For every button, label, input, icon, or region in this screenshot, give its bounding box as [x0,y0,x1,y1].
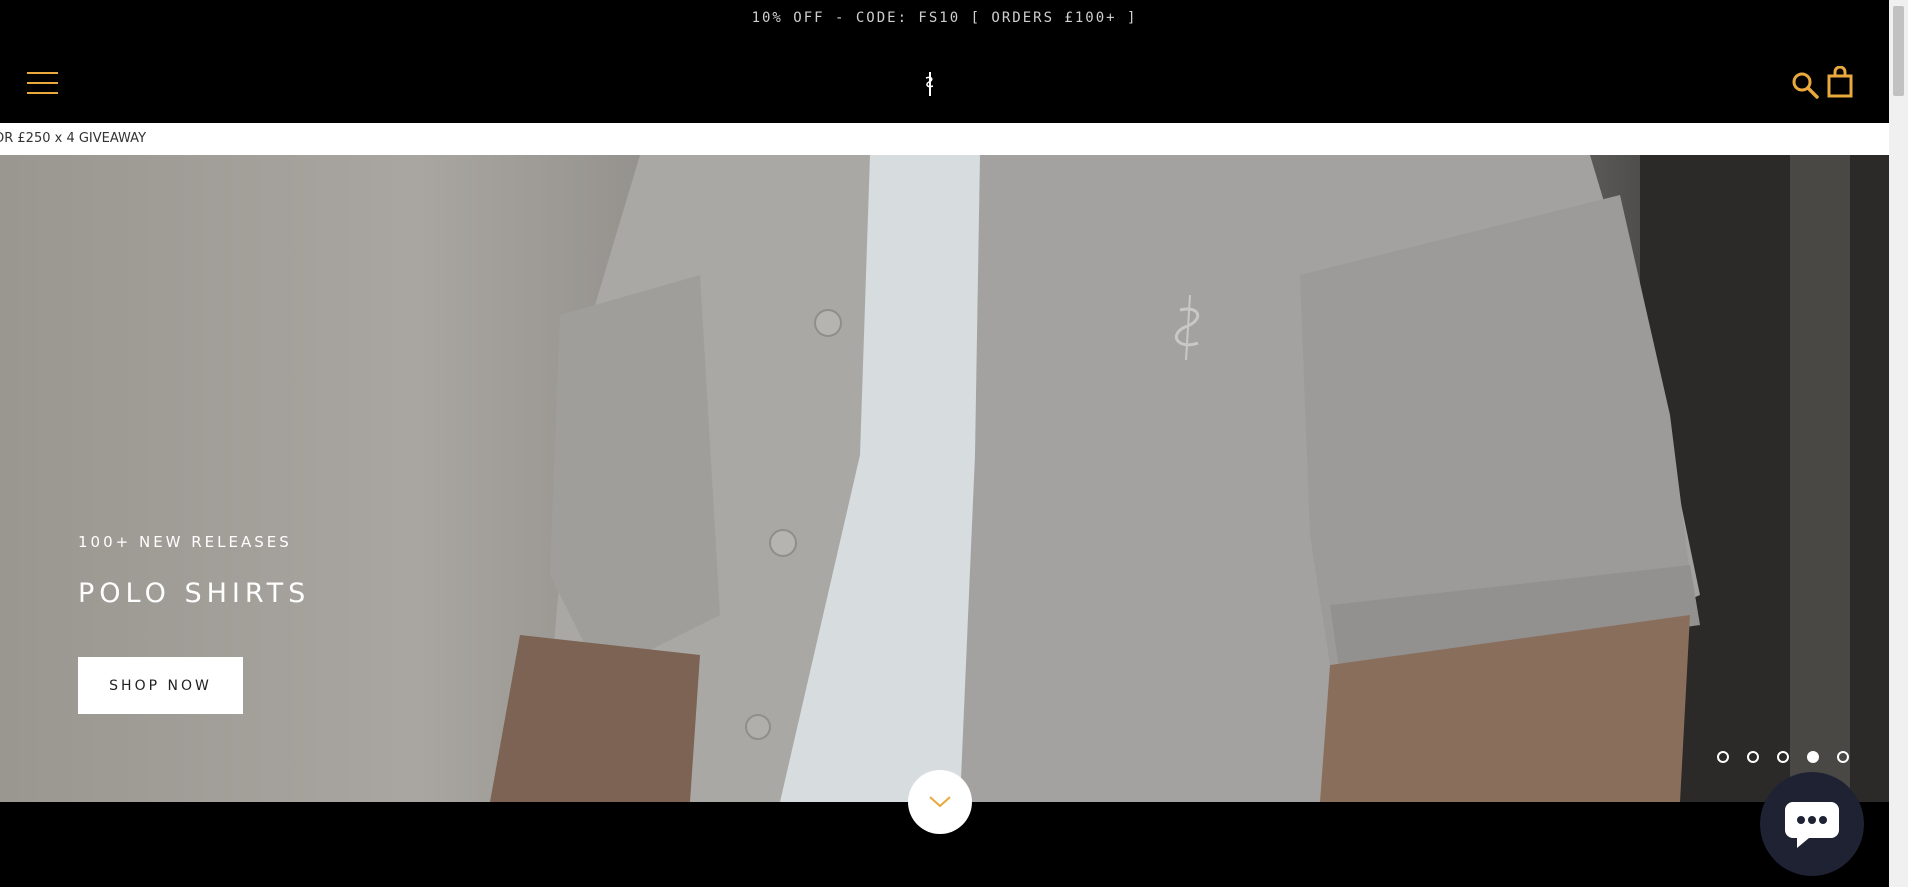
site-header [0,36,1889,123]
announcement-text: 10% OFF - CODE: FS10 [ ORDERS £100+ ] [751,10,1138,26]
shop-now-label: SHOP NOW [109,677,212,694]
slide-dot-3[interactable] [1777,751,1789,763]
hamburger-menu-icon[interactable] [27,72,58,94]
page: 10% OFF - CODE: FS10 [ ORDERS £100+ ] OR… [0,0,1889,887]
chat-bubble-icon [1785,802,1839,848]
announcement-bar: 10% OFF - CODE: FS10 [ ORDERS £100+ ] [0,0,1889,36]
chevron-down-icon [929,796,951,808]
hero-slideshow: 100+ NEW RELEASES POLO SHIRTS SHOP NOW [0,155,1889,802]
shopping-bag-icon[interactable] [1826,66,1854,98]
page-scrollbar[interactable] [1889,0,1908,887]
slide-dot-5[interactable] [1837,751,1849,763]
slide-dot-4[interactable] [1807,751,1819,763]
slide-dot-1[interactable] [1717,751,1729,763]
hero-image [490,155,1889,802]
scrollbar-thumb[interactable] [1893,6,1904,96]
hero-title: POLO SHIRTS [78,578,311,609]
search-icon[interactable] [1790,70,1820,100]
scroll-down-button[interactable] [908,770,972,834]
slide-pagination [1717,751,1849,763]
hero-subtitle: 100+ NEW RELEASES [78,533,292,551]
chat-launcher-button[interactable] [1760,772,1864,876]
slide-dot-2[interactable] [1747,751,1759,763]
promo-marquee: OR £250 x 4 GIVEAWAY [0,123,1889,155]
marquee-text: OR £250 x 4 GIVEAWAY [0,131,147,146]
brand-logo-icon[interactable] [918,66,942,102]
shop-now-button[interactable]: SHOP NOW [78,657,243,714]
